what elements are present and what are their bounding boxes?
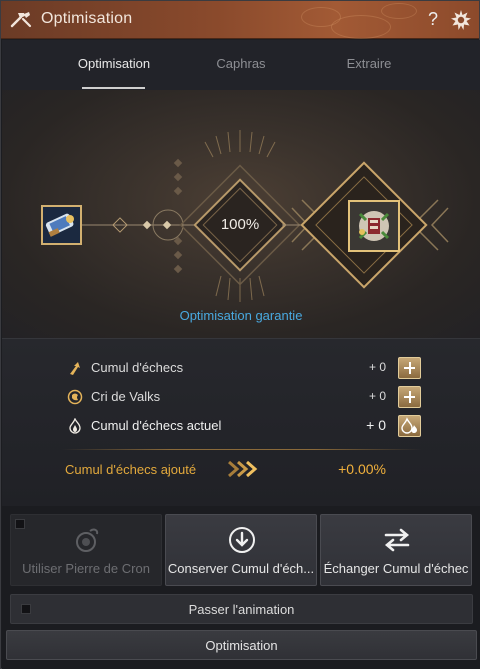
cloud-ornament [381,3,417,19]
tab-caphras[interactable]: Caphras [181,56,301,71]
added-failstack-value: +0.00% [338,461,386,477]
stat-value: + 0 [366,417,386,433]
settings-gear-icon[interactable] [450,9,472,31]
keep-failstack-button[interactable]: Conserver Cumul d'éch... [165,514,317,586]
tab-extraire[interactable]: Extraire [309,56,429,71]
optimisation-window: Optimisation ? Optimisation Caphras Extr… [0,0,480,669]
stat-row-current: Cumul d'échecs actuel + 0 [2,414,480,438]
failstack-panel: Cumul d'échecs + 0 Cri de Valks + 0 Cumu… [2,338,480,506]
double-chevron-right-icon [228,460,258,478]
use-cron-stone-label: Utiliser Pierre de Cron [22,561,150,576]
cloud-ornament [331,15,391,39]
hammer-icon [10,12,32,28]
cron-checkbox[interactable] [15,519,25,529]
cron-stone-icon [76,528,99,552]
optimise-button-label: Optimisation [205,638,278,653]
source-item-slot[interactable] [41,205,82,245]
stat-row-failstack: Cumul d'échecs + 0 [2,356,480,380]
added-failstack-label: Cumul d'échecs ajouté [65,462,197,477]
window-title: Optimisation [41,10,133,27]
swap-arrows-icon [384,528,410,552]
flame-icon [69,418,81,434]
help-button[interactable]: ? [425,8,441,30]
arrow-up-icon [70,362,80,375]
stat-row-valks: Cri de Valks + 0 [2,385,480,409]
add-failstack-button[interactable] [398,357,421,379]
skip-animation-label: Passer l'animation [188,602,295,617]
stat-label: Cri de Valks [91,389,161,404]
enhancement-stage: 100% Optimisation garantie [2,90,480,338]
target-item-slot[interactable] [348,200,400,252]
action-panel: Utiliser Pierre de Cron Conserver Cumul … [2,506,480,669]
scroll-item-icon [45,213,74,237]
keep-failstack-label: Conserver Cumul d'éch... [167,561,315,576]
skip-animation-toggle[interactable]: Passer l'animation [10,594,473,624]
add-valks-button[interactable] [398,386,421,408]
tab-bar: Optimisation Caphras Extraire [2,40,480,90]
download-circle-icon [229,527,255,553]
stat-value: + 0 [368,389,386,403]
stat-label: Cumul d'échecs actuel [91,418,222,433]
stat-label: Cumul d'échecs [91,360,184,375]
swap-failstack-label: Échanger Cumul d'échec [323,561,469,576]
active-tab-indicator [82,87,145,89]
swap-failstack-button[interactable]: Échanger Cumul d'échec [320,514,472,586]
use-cron-stone-button[interactable]: Utiliser Pierre de Cron [10,514,162,586]
guarantee-text: Optimisation garantie [179,308,303,323]
success-chance: 100% [220,216,260,233]
divider [62,449,422,450]
stat-value: + 0 [368,360,386,374]
flame-icon [401,417,417,434]
valks-icon [67,389,83,405]
enhanced-item-icon [350,202,398,250]
optimise-button[interactable]: Optimisation [6,630,477,660]
tab-optimisation[interactable]: Optimisation [54,56,174,71]
title-bar[interactable]: Optimisation ? [1,1,479,39]
failstack-manage-button[interactable] [398,415,421,437]
